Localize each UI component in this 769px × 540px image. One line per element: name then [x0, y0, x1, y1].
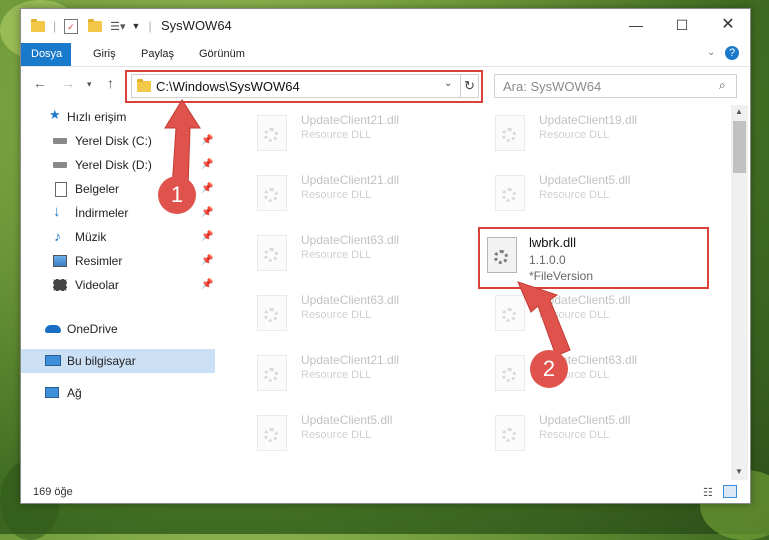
annotation-arrows: [164, 99, 571, 357]
arrow-1: [164, 99, 201, 189]
arrow-2: [517, 281, 571, 357]
annotation-badge-1: 1: [158, 176, 196, 214]
annotation-badge-2: 2: [530, 350, 568, 388]
